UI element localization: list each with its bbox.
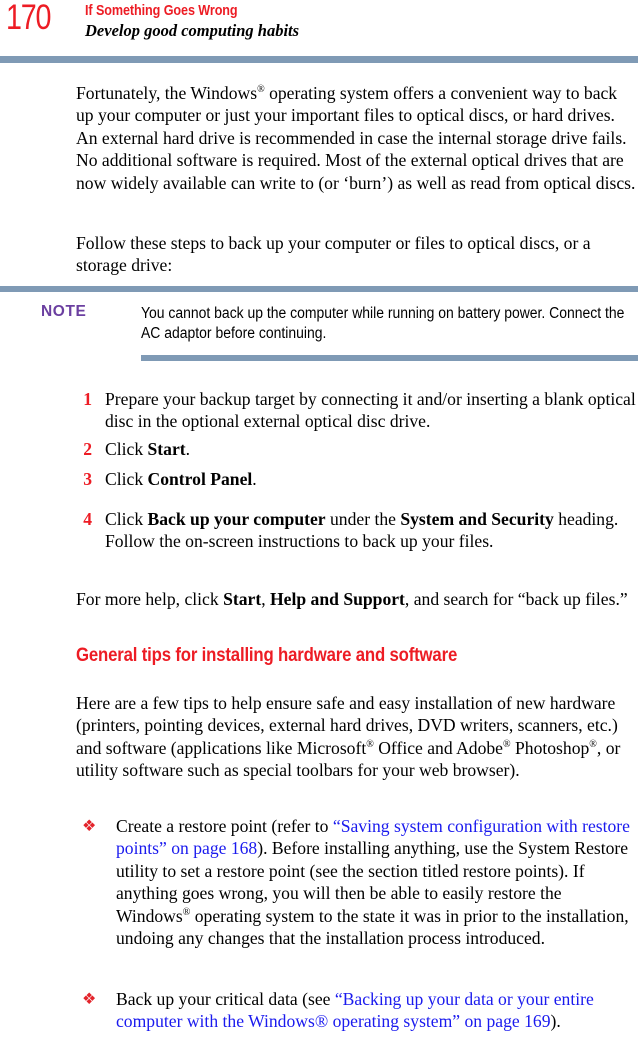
diamond-bullet-icon: ❖	[82, 818, 97, 835]
help-segment: ,	[261, 589, 270, 609]
step-text: Prepare your backup target by connecting…	[60, 388, 636, 433]
step-segment: .	[252, 469, 257, 489]
section-subtitle: Develop good computing habits	[85, 21, 300, 40]
registered-trademark-icon: ®	[502, 738, 511, 750]
note-bottom-rule	[141, 355, 638, 361]
note-text: You cannot back up the computer while ru…	[141, 305, 625, 342]
header-divider-rule	[0, 56, 638, 63]
step-segment-bold: Control Panel	[147, 469, 253, 489]
registered-trademark-icon: ®	[589, 738, 597, 750]
registered-trademark-icon: ®	[257, 84, 265, 96]
step-number: 3	[83, 469, 92, 489]
bullet-post: ).	[550, 1011, 561, 1032]
step-item-4: 4 Click Back up your computer under the …	[60, 508, 636, 553]
section-intro-mid: Photoshop	[510, 737, 590, 758]
bullet-text: Back up your critical data (see “Backing…	[76, 988, 638, 1033]
step-text: Click Control Panel.	[60, 468, 636, 490]
step-number: 1	[83, 389, 92, 409]
page-header: 170 If Something Goes Wrong Develop good…	[0, 0, 638, 56]
registered-trademark-icon: ®	[366, 738, 374, 750]
bullet-pre: Back up your critical data (see	[116, 989, 335, 1009]
note-label: NOTE	[41, 303, 87, 320]
help-segment: For more help, click	[76, 589, 224, 609]
step-number: 4	[83, 509, 92, 529]
step-number: 2	[83, 439, 92, 459]
chapter-title: If Something Goes Wrong	[85, 2, 238, 19]
step-segment: Prepare your backup target by connecting…	[105, 389, 636, 432]
help-segment: , and search for “back up files.”	[404, 589, 628, 609]
step-item-3: 3 Click Control Panel.	[60, 468, 636, 490]
bullet-item-restore-point: ❖ Create a restore point (refer to “Savi…	[76, 815, 638, 949]
follow-steps-paragraph: Follow these steps to back up your compu…	[76, 233, 591, 276]
section-intro-mid: Office and Adobe	[373, 737, 503, 758]
section-heading: General tips for installing hardware and…	[76, 644, 458, 666]
step-segment: under the	[325, 509, 401, 529]
bullet-item-backup-data: ❖ Back up your critical data (see “Backi…	[76, 988, 638, 1033]
step-segment-bold: System and Security	[400, 509, 554, 529]
step-segment: Click	[105, 439, 148, 459]
step-text: Click Back up your computer under the Sy…	[60, 508, 636, 553]
section-intro-paragraph: Here are a few tips to help ensure safe …	[76, 692, 636, 782]
step-text: Click Start.	[60, 438, 636, 460]
step-item-1: 1 Prepare your backup target by connecti…	[60, 388, 636, 433]
bullet-pre: Create a restore point (refer to	[116, 816, 333, 836]
step-segment-bold: Back up your computer	[147, 509, 326, 529]
step-segment: Click	[105, 469, 148, 489]
step-segment: Click	[105, 509, 148, 529]
intro-paragraph-pre: Fortunately, the Windows	[76, 83, 258, 103]
step-item-2: 2 Click Start.	[60, 438, 636, 460]
header-titles: If Something Goes Wrong Develop good com…	[85, 2, 299, 41]
help-segment-bold: Start	[223, 589, 262, 609]
bullet-post2: operating system to the state it was in …	[116, 905, 629, 949]
more-help-paragraph: For more help, click Start, Help and Sup…	[76, 588, 636, 610]
step-segment-bold: Start	[147, 439, 186, 459]
page-number: 170	[6, 0, 51, 37]
diamond-bullet-icon: ❖	[82, 991, 97, 1008]
step-segment: .	[185, 439, 191, 459]
help-segment-bold: Help and Support	[269, 589, 405, 609]
note-top-rule	[0, 286, 638, 292]
intro-paragraph: Fortunately, the Windows® operating syst…	[76, 82, 636, 194]
bullet-text: Create a restore point (refer to “Saving…	[76, 815, 638, 949]
